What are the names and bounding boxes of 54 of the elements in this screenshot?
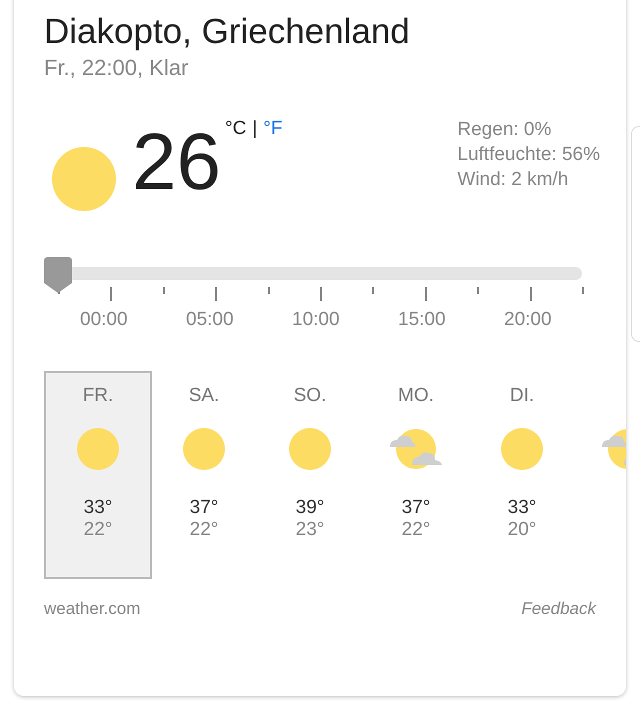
low-temperature: 23° bbox=[296, 519, 324, 541]
major-tick bbox=[215, 287, 218, 301]
minor-tick bbox=[268, 287, 270, 294]
weather-detail: Luftfeuchte: 56% bbox=[457, 143, 600, 167]
weather-detail: Regen: 0% bbox=[457, 118, 552, 142]
hour-label: 10:00 bbox=[292, 309, 341, 331]
minor-tick bbox=[372, 287, 374, 294]
celsius-unit[interactable]: °C bbox=[224, 117, 246, 141]
sun-icon bbox=[500, 427, 544, 471]
hour-label: 05:00 bbox=[186, 309, 235, 331]
sun-cloud-icon bbox=[388, 427, 444, 471]
major-tick bbox=[530, 287, 532, 301]
time-slider[interactable] bbox=[44, 257, 584, 293]
high-temperature: 37° bbox=[190, 497, 218, 519]
day-forecast[interactable]: FR. 33° 22° bbox=[44, 371, 152, 579]
high-temperature: 33° bbox=[508, 497, 536, 519]
major-tick bbox=[110, 287, 112, 301]
slider-handle[interactable] bbox=[44, 257, 72, 293]
day-forecast[interactable]: SO. 39° 23° bbox=[256, 371, 364, 579]
sun-icon bbox=[288, 427, 332, 471]
high-temperature: 39° bbox=[296, 497, 324, 519]
day-forecast[interactable]: DI. 33° 20° bbox=[468, 371, 576, 579]
low-temperature: 20° bbox=[508, 519, 536, 541]
day-name: MO. bbox=[398, 385, 434, 407]
high-temperature: 37° bbox=[402, 497, 430, 519]
hour-label: 00:00 bbox=[80, 309, 129, 331]
sun-icon bbox=[182, 427, 226, 471]
low-temperature: 22° bbox=[402, 519, 430, 541]
date-condition: Fr., 22:00, Klar bbox=[44, 54, 190, 82]
low-temperature: 22° bbox=[190, 519, 218, 541]
day-forecast[interactable]: SA. 37° 22° bbox=[150, 371, 258, 579]
high-temperature: 33° bbox=[84, 497, 112, 519]
day-name: FR. bbox=[82, 385, 114, 407]
day-name: DI. bbox=[510, 385, 534, 407]
major-tick bbox=[320, 287, 322, 301]
weather-detail: Wind: 2 km/h bbox=[457, 168, 570, 192]
day-forecast[interactable]: MO. 37° 22° bbox=[362, 371, 470, 579]
sun-icon bbox=[52, 147, 116, 211]
day-name: SA. bbox=[188, 385, 220, 407]
major-tick bbox=[424, 287, 427, 301]
day-name: SO. bbox=[294, 385, 326, 407]
hour-label: 15:00 bbox=[398, 309, 447, 331]
fahrenheit-unit[interactable]: °F bbox=[263, 117, 282, 141]
minor-tick bbox=[162, 287, 165, 294]
minor-tick bbox=[582, 287, 584, 294]
temperature: 26 bbox=[132, 117, 221, 207]
sun-icon bbox=[76, 427, 120, 471]
hour-label: 20:00 bbox=[504, 309, 553, 331]
minor-tick bbox=[477, 287, 480, 294]
source-link[interactable]: weather.com bbox=[44, 599, 140, 619]
location-title: Diakopto, Griechenland bbox=[44, 11, 411, 53]
feedback-link[interactable]: Feedback bbox=[521, 599, 596, 619]
low-temperature: 22° bbox=[84, 519, 112, 541]
unit-separator: | bbox=[252, 117, 258, 141]
